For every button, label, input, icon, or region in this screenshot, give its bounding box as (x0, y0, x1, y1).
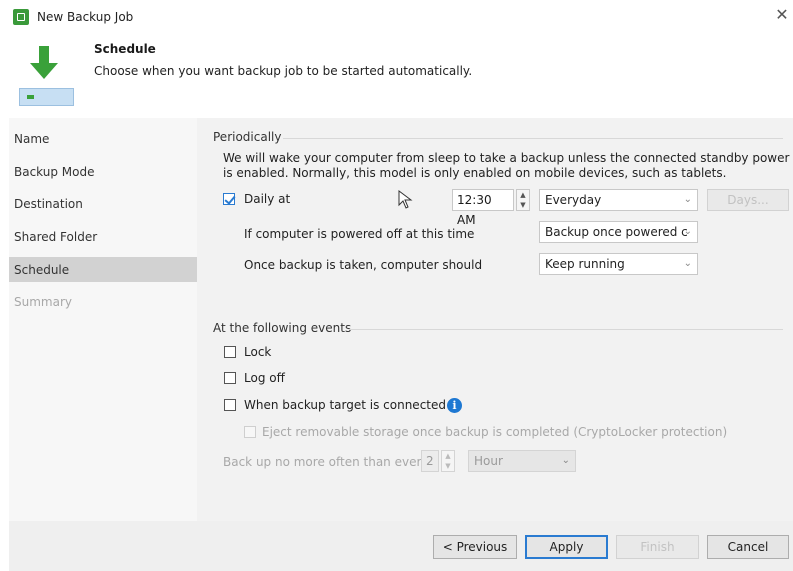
wake-notice-line-2: is enabled. Normally, this model is only… (223, 166, 727, 180)
interval-value-input: 2 (421, 450, 439, 472)
periodically-divider (283, 138, 783, 139)
time-spinner[interactable]: ▲ ▼ (516, 189, 530, 211)
periodically-section-label: Periodically (213, 130, 282, 144)
after-backup-value: Keep running (545, 257, 625, 271)
chevron-down-icon: ⌄ (683, 258, 692, 269)
wake-notice-line-1: We will wake your computer from sleep to… (223, 151, 793, 165)
logoff-checkbox[interactable] (224, 372, 236, 384)
frequency-value: Everyday (545, 193, 602, 207)
spin-up-icon: ▲ (445, 452, 451, 460)
no-more-often-label: Back up no more often than every (223, 455, 429, 469)
close-button[interactable]: ✕ (773, 5, 791, 25)
after-backup-select[interactable]: Keep running ⌄ (539, 253, 698, 275)
frequency-select[interactable]: Everyday ⌄ (539, 189, 698, 211)
drive-icon (19, 88, 74, 106)
powered-off-value: Backup once powered c (545, 225, 688, 239)
lock-label: Lock (244, 345, 272, 359)
mouse-cursor-icon (398, 190, 413, 209)
interval-unit-select: Hour ⌄ (468, 450, 576, 472)
interval-spinner: ▲ ▼ (441, 450, 455, 472)
info-icon[interactable]: i (447, 398, 462, 413)
spin-down-icon[interactable]: ▼ (517, 200, 529, 210)
logoff-label: Log off (244, 371, 285, 385)
daily-at-label: Daily at (244, 192, 291, 206)
sidebar-item-summary: Summary (14, 295, 72, 309)
page-title: Schedule (94, 42, 156, 56)
powered-off-select[interactable]: Backup once powered c ⌄ (539, 221, 698, 243)
eject-checkbox (244, 426, 256, 438)
sidebar-item-backup-mode[interactable]: Backup Mode (14, 160, 95, 184)
chevron-down-icon: ⌄ (683, 226, 692, 237)
spin-down-icon: ▼ (445, 462, 451, 470)
target-connected-checkbox[interactable] (224, 399, 236, 411)
sidebar-item-schedule[interactable]: Schedule (14, 258, 69, 282)
events-divider (349, 329, 783, 330)
sidebar-item-destination[interactable]: Destination (14, 192, 83, 216)
lock-checkbox[interactable] (224, 346, 236, 358)
page-description: Choose when you want backup job to be st… (94, 64, 473, 78)
eject-label: Eject removable storage once backup is c… (262, 425, 728, 439)
daily-at-checkbox[interactable] (223, 193, 235, 205)
apply-button[interactable]: Apply (525, 535, 608, 559)
days-button: Days... (707, 189, 789, 211)
chevron-down-icon: ⌄ (683, 194, 692, 205)
cancel-button[interactable]: Cancel (707, 535, 789, 559)
sidebar-item-shared-folder[interactable]: Shared Folder (14, 225, 97, 249)
finish-button: Finish (616, 535, 699, 559)
daily-time-input[interactable]: 12:30 AM (452, 189, 514, 227)
events-section-label: At the following events (213, 321, 352, 335)
download-arrow-icon (30, 46, 58, 79)
spin-up-icon[interactable]: ▲ (517, 190, 529, 200)
previous-button[interactable]: < Previous (433, 535, 517, 559)
after-backup-label: Once backup is taken, computer should (244, 258, 483, 272)
interval-unit-value: Hour (474, 454, 503, 468)
powered-off-label: If computer is powered off at this time (244, 227, 475, 241)
target-connected-label: When backup target is connected (244, 398, 446, 412)
sidebar-item-name[interactable]: Name (14, 127, 49, 151)
app-icon (13, 9, 29, 25)
window-title: New Backup Job (37, 10, 134, 24)
chevron-down-icon: ⌄ (561, 455, 570, 466)
